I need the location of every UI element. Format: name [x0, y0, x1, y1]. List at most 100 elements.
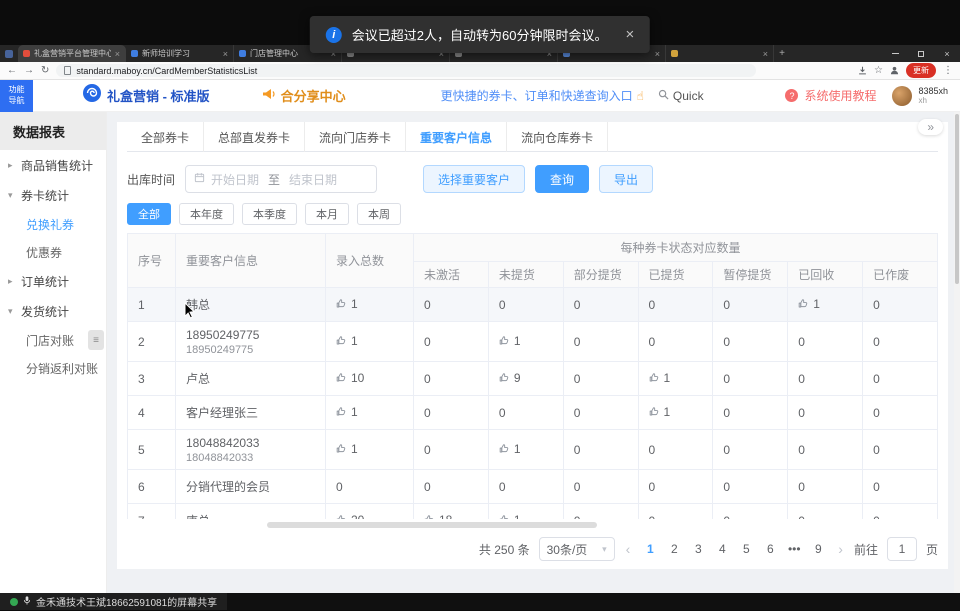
reload-icon[interactable]: ↻: [41, 66, 49, 76]
count-cell: 0: [638, 504, 713, 520]
sidebar-subitem[interactable]: 兑换礼券: [0, 210, 106, 238]
select-customer-button[interactable]: 选择重要客户: [423, 165, 525, 193]
page-number[interactable]: 3: [689, 542, 707, 556]
search-button[interactable]: 查询: [535, 165, 589, 193]
minimize-button[interactable]: [882, 45, 908, 62]
tab-close-icon[interactable]: ×: [115, 49, 120, 59]
content-tab[interactable]: 重要客户信息: [406, 122, 507, 152]
page-number[interactable]: 9: [809, 542, 827, 556]
content-tab[interactable]: 总部直发券卡: [204, 122, 305, 152]
count-value: 0: [723, 406, 730, 420]
tutorial-link[interactable]: 系统使用教程: [804, 87, 876, 104]
next-page-icon[interactable]: ›: [836, 541, 845, 557]
scrollbar-thumb[interactable]: [955, 114, 959, 284]
content-tab[interactable]: 流向仓库券卡: [507, 122, 608, 152]
sidebar-item[interactable]: ▸商品销售统计: [0, 150, 106, 180]
count-cell[interactable]: 1: [488, 322, 563, 362]
export-button[interactable]: 导出: [599, 165, 653, 193]
prev-page-icon[interactable]: ‹: [624, 541, 633, 557]
page-number[interactable]: 6: [761, 542, 779, 556]
tab-close-icon[interactable]: ×: [655, 49, 660, 59]
table-row[interactable]: 7唐总2018100000: [128, 504, 938, 520]
tab-close-icon[interactable]: ×: [763, 49, 768, 59]
count-value: 1: [351, 442, 358, 456]
count-cell[interactable]: 10: [326, 362, 414, 396]
goto-page-input[interactable]: [887, 537, 917, 561]
date-range-picker[interactable]: 开始日期 至 结束日期: [185, 165, 377, 193]
quick-filter-chip[interactable]: 本月: [305, 203, 349, 225]
new-tab-button[interactable]: +: [774, 45, 790, 62]
customer-name: 18048842033: [186, 436, 325, 450]
table-row[interactable]: 6分销代理的会员00000000: [128, 470, 938, 504]
count-cell: 0: [414, 396, 489, 430]
count-cell[interactable]: 1: [326, 288, 414, 322]
status-header: 已提货: [638, 262, 713, 288]
page-number[interactable]: 4: [713, 542, 731, 556]
sidebar-collapse-handle[interactable]: ≡: [88, 330, 104, 350]
user-avatar[interactable]: [892, 86, 912, 106]
quick-search[interactable]: Quick: [658, 87, 704, 105]
page-size-select[interactable]: 30条/页 ▾: [539, 537, 615, 561]
profile-icon[interactable]: [890, 66, 899, 75]
panel-collapse-button[interactable]: »: [918, 119, 943, 135]
browser-tab[interactable]: 礼盒营销平台管理中心×: [18, 45, 126, 62]
browser-tab[interactable]: 新师培训学习×: [126, 45, 234, 62]
horizontal-scrollbar[interactable]: [127, 521, 938, 529]
bookmark-star-icon[interactable]: ☆: [874, 66, 883, 76]
page-number[interactable]: 5: [737, 542, 755, 556]
customer-name: 18950249775: [186, 328, 325, 342]
browser-update-button[interactable]: 更新: [906, 63, 936, 78]
forward-icon[interactable]: →: [24, 66, 34, 76]
feature-nav-toggle[interactable]: 功能 导航: [0, 80, 33, 112]
table-row[interactable]: 3卢总100901000: [128, 362, 938, 396]
vertical-scrollbar[interactable]: [954, 112, 960, 593]
content-tab[interactable]: 全部券卡: [127, 122, 204, 152]
count-cell[interactable]: 1: [788, 288, 863, 322]
browser-menu-icon[interactable]: ⋮: [943, 65, 953, 76]
count-cell[interactable]: 1: [638, 396, 713, 430]
count-cell[interactable]: 1: [326, 396, 414, 430]
quick-filter-chip[interactable]: 本周: [357, 203, 401, 225]
page-number[interactable]: 1: [641, 542, 659, 556]
megaphone-icon: [262, 87, 276, 105]
sidebar-item[interactable]: ▸订单统计: [0, 266, 106, 296]
table-row[interactable]: 1韩总10000010: [128, 288, 938, 322]
sidebar-subitem[interactable]: 优惠券: [0, 238, 106, 266]
toast-close-icon[interactable]: ×: [625, 26, 634, 43]
tab-search-icon[interactable]: [0, 45, 18, 62]
page-number[interactable]: 2: [665, 542, 683, 556]
row-index: 5: [128, 430, 176, 470]
quick-filter-chip[interactable]: 本年度: [179, 203, 234, 225]
share-center-link[interactable]: 合分享中心: [262, 86, 346, 105]
sidebar-item[interactable]: ▾发货统计: [0, 296, 106, 326]
back-icon[interactable]: ←: [7, 66, 17, 76]
content-tab[interactable]: 流向门店券卡: [305, 122, 406, 152]
table-row[interactable]: 5180488420331804884203310100000: [128, 430, 938, 470]
address-bar[interactable]: standard.maboy.cn/CardMemberStatisticsLi…: [56, 64, 756, 77]
quick-filter-chip[interactable]: 全部: [127, 203, 171, 225]
browser-tab[interactable]: ×: [666, 45, 774, 62]
sidebar-item[interactable]: ▾券卡统计: [0, 180, 106, 210]
count-cell[interactable]: 1: [488, 430, 563, 470]
count-cell[interactable]: 1: [326, 322, 414, 362]
download-icon[interactable]: [858, 66, 867, 75]
count-cell[interactable]: 1: [326, 430, 414, 470]
hscrollbar-thumb[interactable]: [267, 522, 597, 528]
tab-close-icon[interactable]: ×: [223, 49, 228, 59]
screen-share-pill[interactable]: 金禾通技术王斌18662591081的屏幕共享: [0, 593, 227, 610]
count-cell: 0: [563, 396, 638, 430]
count-cell[interactable]: 18: [414, 504, 489, 520]
count-cell[interactable]: 9: [488, 362, 563, 396]
quick-filter-chip[interactable]: 本季度: [242, 203, 297, 225]
count-value: 1: [351, 405, 358, 419]
sidebar-subitem[interactable]: 分销返利对账: [0, 354, 106, 382]
table-row[interactable]: 4客户经理张三10001000: [128, 396, 938, 430]
count-cell[interactable]: 1: [488, 504, 563, 520]
share-center-label: 合分享中心: [281, 86, 346, 105]
count-cell[interactable]: 1: [638, 362, 713, 396]
close-window-button[interactable]: ×: [934, 45, 960, 62]
maximize-button[interactable]: [908, 45, 934, 62]
count-cell[interactable]: 20: [326, 504, 414, 520]
table-row[interactable]: 2189502497751895024977510100000: [128, 322, 938, 362]
quick-entry-tip[interactable]: 更快捷的券卡、订单和快递查询入口: [441, 87, 633, 104]
